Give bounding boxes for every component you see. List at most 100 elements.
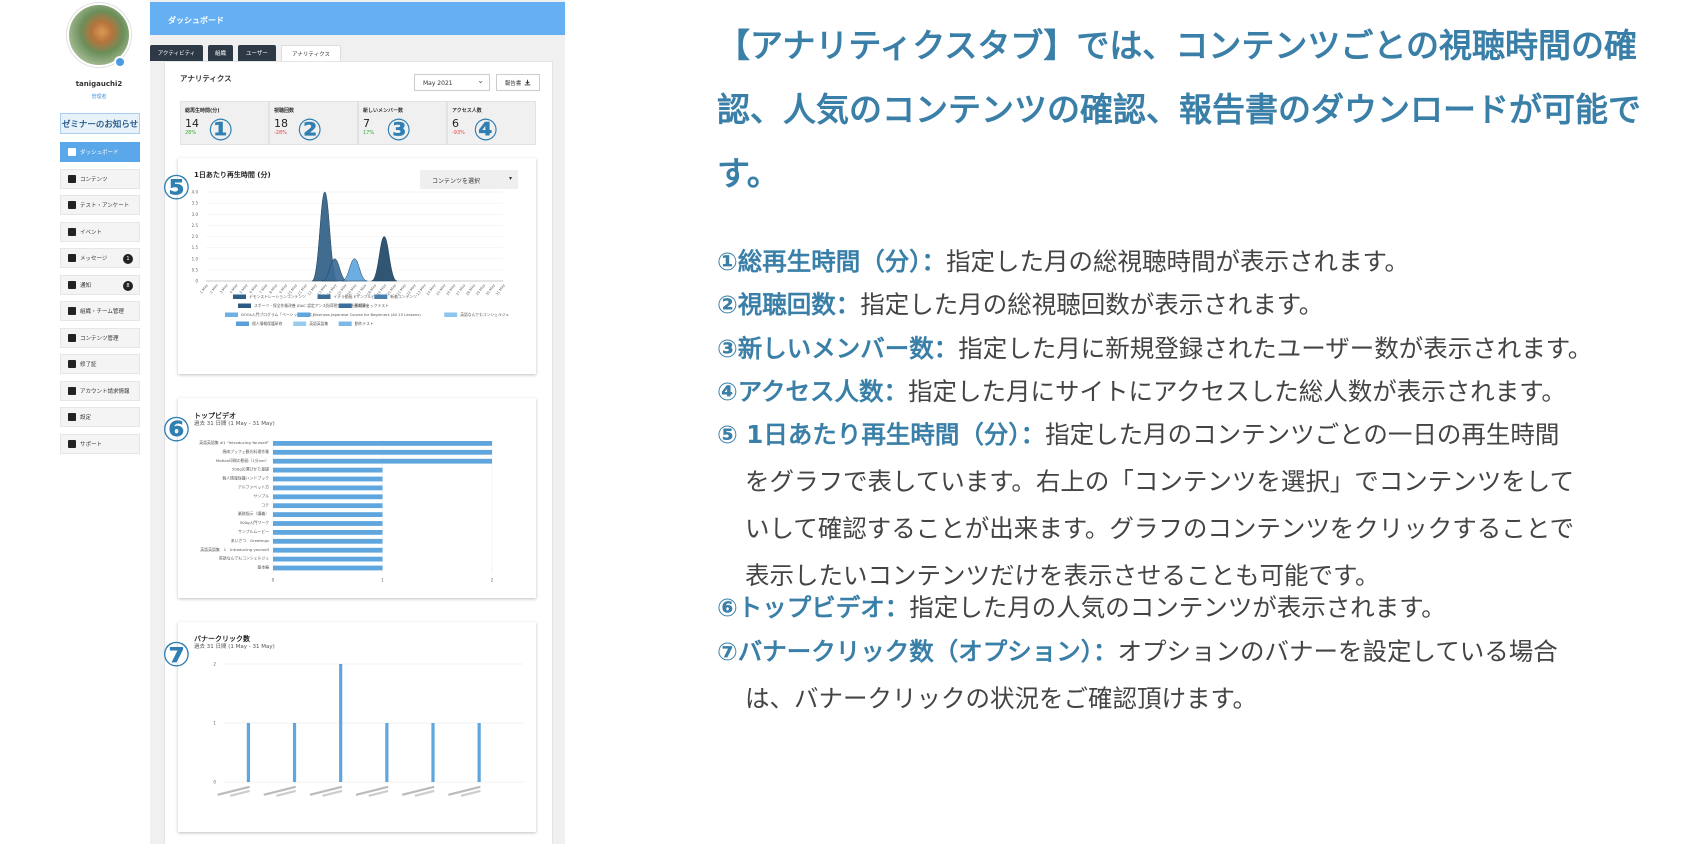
- bar: [273, 556, 383, 562]
- description-term: ③新しいメンバー数：: [717, 333, 959, 363]
- legend-swatch: [338, 321, 352, 326]
- category-label: 焼肉ブッフェ観光料理作業: [222, 449, 269, 454]
- description-term: ②視聴回数：: [717, 290, 861, 320]
- dashboard-panel: ダッシュボード アクティビティ 組織 ユーザー アナリティクス アナリティクス …: [150, 0, 565, 844]
- sidebar-item-7[interactable]: コンテンツ管理: [60, 327, 140, 348]
- sidebar-item-2[interactable]: テスト・アンケート: [60, 195, 140, 215]
- sidebar-item-label: イベント: [80, 229, 103, 236]
- sidebar-item-label: 修了証: [80, 362, 97, 368]
- bar: [273, 476, 383, 482]
- y-tick-label: 0: [195, 279, 198, 284]
- bar: [273, 494, 383, 500]
- sidebar-item-4[interactable]: メッセージ 1: [60, 248, 140, 268]
- category-label: 英語なんでもコンシェルジュ: [219, 556, 269, 561]
- legend-swatch: [293, 321, 307, 326]
- x-tick-label: 8 May: [269, 283, 279, 295]
- download-report-button[interactable]: 報告書: [496, 74, 540, 91]
- report-button-label: 報告書: [504, 80, 522, 87]
- section-title: アナリティクス: [180, 74, 232, 83]
- sidebar-item-3[interactable]: イベント: [60, 221, 140, 242]
- marker-2: ②: [297, 113, 323, 148]
- sidebar-item-label: メッセージ: [80, 256, 108, 262]
- x-tick-label: 1 May: [199, 283, 209, 295]
- sidebar-item-10[interactable]: 設定: [60, 407, 140, 427]
- legend-label: デモンストレーションコンテンツ: [249, 294, 306, 299]
- description-term: ①総再生時間（分）：: [717, 247, 946, 276]
- sidebar-item-8[interactable]: 修了証: [60, 354, 140, 374]
- edit-avatar-icon[interactable]: [114, 56, 126, 68]
- banner-click-subtitle: 過去 31 日間 (1 May - 31 May): [194, 644, 275, 650]
- legend-swatch: [374, 294, 388, 299]
- bar: [273, 538, 383, 544]
- sidebar-item-1[interactable]: コンテンツ: [60, 168, 140, 189]
- sidebar-item-0[interactable]: ダッシュボード: [60, 142, 140, 162]
- chat-icon: [68, 254, 76, 262]
- description-continuation: いして確認することが出来ます。グラフのコンテンツをクリックすることで: [745, 514, 1575, 544]
- x-tick-label: 2 May: [209, 283, 219, 295]
- dashboard-icon: [68, 148, 76, 156]
- sidebar-item-label: サポート: [80, 441, 103, 448]
- sidebar-item-9[interactable]: アカウント請求情報: [60, 380, 140, 401]
- seminar-banner[interactable]: ゼミナーのお知らせ: [60, 113, 140, 134]
- description-term: ⑥トップビデオ：: [717, 593, 910, 623]
- y-tick-label: 1.5: [192, 245, 199, 250]
- bell-icon: [68, 280, 76, 289]
- y-tick-label: 2: [213, 662, 216, 667]
- account-icon: [68, 386, 76, 395]
- tab-organization[interactable]: 組織: [208, 45, 233, 61]
- description-text: オプションのバナーを設定している場合: [1117, 636, 1558, 666]
- daily-play-time-chart[interactable]: 0 0.5 1.0 1.5 2.0 2.5 3.0 3.5 4.0 1 May 2 May 3 May…: [178, 190, 536, 372]
- category-label: 個人情報保護ハンドブック: [222, 476, 269, 481]
- category-label: サンプルムービー: [238, 529, 269, 534]
- category-label: Motion印刷の動画（1分ver）: [216, 458, 269, 463]
- x-tick-label: 0: [272, 578, 275, 583]
- y-tick-label: 1: [213, 721, 216, 726]
- legend-swatch: [236, 321, 249, 326]
- tab-analytics[interactable]: アナリティクス: [281, 45, 341, 62]
- bar: [273, 441, 492, 446]
- sidebar-item-5[interactable]: 通知 8: [60, 274, 140, 295]
- description-continuation: をグラフで表しています。右上の「コンテンツを選択」でコンテンツをして: [745, 467, 1575, 497]
- legend-swatch: [238, 303, 251, 308]
- legend-label: スポーツ・保全作業改善 JDAC 認定アンス指導税定研·ご総連の講座: [254, 303, 369, 308]
- dashboard-header: ダッシュボード: [150, 2, 565, 35]
- legend-label: 個人情報保護研修: [252, 321, 283, 326]
- description-term: ⑤ 1日あたり再生時間（分）：: [717, 420, 1046, 450]
- x-tick-label: 5 May: [239, 283, 249, 295]
- certificate-icon: [68, 360, 76, 368]
- legend-label: 英語英語集: [309, 321, 328, 326]
- legend-label: 英語なんでもコンシェルジュ: [460, 312, 509, 317]
- marker-7: ⑦: [162, 635, 191, 675]
- banner-click-chart[interactable]: 0 1 2: [178, 656, 536, 832]
- gear-icon: [68, 413, 76, 421]
- tab-users[interactable]: ユーザー: [238, 45, 276, 61]
- legend-swatch: [297, 312, 311, 317]
- description-term: ⑦バナークリック数（オプション）：: [717, 636, 1118, 666]
- description-panel: 【アナリティクスタブ】では、コンテンツごとの視聴時間の確認、人気のコンテンツの確…: [717, 0, 1697, 844]
- month-select[interactable]: May 2021: [414, 74, 490, 91]
- description-continuation: は、バナークリックの状況をご確認頂けます。: [745, 683, 1258, 713]
- category-label: 基本編: [257, 565, 269, 570]
- tab-activity[interactable]: アクティビティ: [150, 45, 203, 61]
- description-item-2: ②視聴回数：指定した月の総視聴回数が表示されます。: [717, 281, 1692, 328]
- daily-chart-title: 1日あたり再生時間 (分): [194, 171, 271, 179]
- bar: [273, 485, 383, 491]
- legend-swatch: [338, 303, 352, 308]
- sidebar-item-6[interactable]: 組織・チーム管理: [60, 301, 140, 321]
- bar: [273, 449, 492, 455]
- category-label: アルファベット方: [238, 485, 269, 490]
- description-term: ④アクセス人数：: [717, 376, 909, 406]
- bar: [273, 565, 383, 571]
- description-text: 指定した月に新規登録されたユーザー数が表示されます。: [958, 333, 1593, 363]
- bar: [431, 723, 435, 782]
- headline: 【アナリティクスタブ】では、コンテンツごとの視聴時間の確認、人気のコンテンツの確…: [717, 26, 1641, 193]
- marker-3: ③: [386, 113, 412, 148]
- top-video-chart[interactable]: 0 1 2 英語英語集 #1 "Introducing Yourself" 焼肉ブッフェ…: [178, 436, 536, 598]
- marker-1: ①: [208, 113, 234, 148]
- bar: [477, 723, 481, 782]
- bar: [273, 467, 383, 473]
- sidebar-item-11[interactable]: サポート: [60, 433, 140, 454]
- content-select[interactable]: コンテンツを選択: [420, 170, 518, 189]
- description-item-7: ⑦バナークリック数（オプション）：オプションのバナーを設定している場合は、バナー…: [717, 628, 1692, 722]
- sidebar: tanigauchi2 管理者 ゼミナーのお知らせ ダッシュボード コンテンツ テス…: [58, 0, 140, 844]
